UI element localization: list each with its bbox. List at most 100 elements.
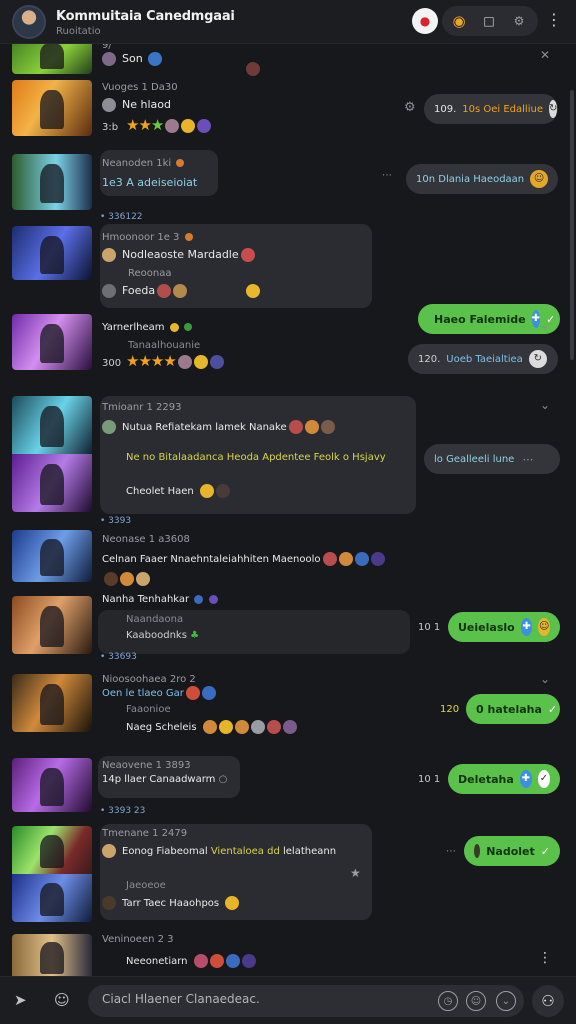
reaction-row[interactable]	[102, 568, 150, 587]
composer-bar: ➤ ☺ ◷ ☺ ⌄ ⚇	[0, 976, 576, 1024]
message-thumbnail[interactable]	[12, 44, 92, 74]
message-thumbnail[interactable]	[12, 80, 92, 136]
message-time: • 3393 23	[100, 806, 146, 816]
chevron-down-icon[interactable]: ⌄	[540, 318, 550, 332]
message-meta: Hmoonoor 1e 3	[102, 232, 193, 243]
chevron-down-icon[interactable]: ⌄	[540, 398, 550, 412]
message-sender: Ne hlaod	[102, 98, 171, 112]
chat-title: Kommuitaia Canedmgaai	[56, 9, 235, 24]
people-icon[interactable]: ⚇	[532, 985, 564, 1017]
group-avatar[interactable]	[12, 5, 46, 39]
message-bubble[interactable]	[100, 150, 218, 196]
message-text: Kaaboodnks ♣	[126, 630, 200, 641]
message-sender: Celnan Faaer Nnaehntaleiahhiten Maenoolo	[102, 552, 385, 566]
list-item[interactable]: Neaovene 1 3893 14p llaer Canaadwarm ○ •…	[0, 756, 568, 830]
chevron-down-icon[interactable]: ⌄	[496, 991, 516, 1011]
more-options-icon[interactable]: ⋮	[546, 10, 562, 29]
close-icon[interactable]: ✕	[540, 48, 550, 62]
message-thumbnail[interactable]	[12, 674, 92, 732]
message-text: Faaonioe	[126, 704, 171, 715]
more-options-icon[interactable]: ⋮	[538, 950, 552, 966]
message-sender: 14p llaer Canaadwarm ○	[102, 774, 228, 785]
smile-icon[interactable]: ☺	[54, 991, 70, 1009]
chat-subtitle: Ruoitatio	[56, 26, 101, 37]
message-text: Ne no Bitalaadanca Heoda Apdentee Feolk …	[126, 452, 386, 463]
message-text: Naeg Scheleis	[126, 720, 297, 734]
group-members-icon[interactable]: ◉	[446, 8, 472, 34]
message-meta: Neanoden 1ki	[102, 158, 185, 169]
rating-label: 3:b	[102, 122, 119, 133]
emoji-icon	[246, 284, 260, 298]
list-item[interactable]: Veninoeen 2 3 Neeonetiarn ⋮	[0, 932, 568, 976]
message-meta: Vuoges 1 Da30	[102, 82, 178, 93]
reply-pill[interactable]: Nadolet ✓	[464, 836, 560, 866]
record-icon[interactable]: ●	[412, 8, 438, 34]
chat-header: Kommuitaia Canedmgaai Ruoitatio ● ◉ □ ⚙ …	[0, 0, 576, 44]
star-icon[interactable]: ★	[350, 866, 361, 880]
reply-pill[interactable]: 10n Dlania Haeodaan ☺	[406, 164, 558, 194]
pin-icon[interactable]: ➤	[14, 991, 27, 1009]
star-rating: ★★★★	[126, 352, 224, 370]
list-item[interactable]: Tmenane 1 2479 Eonog Fiabeomal Vientaloe…	[0, 824, 568, 928]
message-meta: Nioosoohaea 2ro 2	[102, 674, 196, 685]
message-meta: Tmioanr 1 2293	[102, 402, 182, 413]
message-meta: Tmenane 1 2479	[102, 828, 188, 839]
message-thumbnail[interactable]	[12, 396, 92, 512]
message-time: • 336122	[100, 212, 143, 222]
message-thumbnail[interactable]	[12, 530, 92, 582]
message-text: Naandaona	[126, 614, 184, 625]
message-thumbnail[interactable]	[12, 226, 92, 280]
message-meta: Veninoeen 2 3	[102, 934, 174, 945]
reply-pill[interactable]: 0 hatelaha ✓	[466, 694, 560, 724]
emoji-icon[interactable]: ☺	[466, 991, 486, 1011]
reply-count: 10 1	[418, 774, 441, 785]
message-text: Tarr Taec Haaohpos	[102, 896, 240, 910]
message-text: Reoonaa	[128, 268, 172, 279]
reply-pill[interactable]: 109. 10s Oei Edalliue ↻	[424, 94, 558, 124]
message-sender: Oen le tlaeo Gar	[102, 686, 216, 700]
timer-icon[interactable]: ◷	[438, 991, 458, 1011]
header-actions: ◉ □ ⚙	[442, 6, 538, 36]
message-input[interactable]	[102, 992, 432, 1006]
list-item[interactable]: 9/ Son ✕	[0, 44, 568, 80]
message-thumbnail[interactable]	[12, 154, 92, 210]
message-meta: Neonase 1 a3608	[102, 534, 190, 545]
reply-pill[interactable]: 120. Uoeb Taeialtiea ↻	[408, 344, 558, 374]
message-text: Tanaalhouanie	[128, 340, 201, 351]
message-thumbnail[interactable]	[12, 314, 92, 370]
list-item[interactable]: Hmoonoor 1e 3 Nodleaoste Mardadle Reoona…	[0, 224, 568, 334]
reply-pill[interactable]: lo Gealleeli lune ⋯	[424, 444, 560, 474]
message-thumbnail[interactable]	[12, 596, 92, 654]
list-item[interactable]: Yarnerlheam Tanaalhouanie 300 ★★★★ ⌄ 120…	[0, 312, 568, 392]
message-thumbnail[interactable]	[12, 826, 92, 922]
message-thumbnail[interactable]	[12, 758, 92, 812]
reply-pill[interactable]: Deletaha ✚ ✓	[448, 764, 560, 794]
message-meta: 9/	[102, 44, 112, 51]
message-text: Jaeoeoe	[126, 880, 166, 891]
chat-bubble-icon[interactable]: □	[476, 8, 502, 34]
message-text: Foeda	[102, 284, 188, 298]
chevron-down-icon[interactable]: ⌄	[540, 672, 550, 686]
list-item[interactable]: • 3393 Neonase 1 a3608 Celnan Faaer Nnae…	[0, 516, 568, 594]
scrollbar[interactable]	[570, 90, 574, 360]
rating-label: 300	[102, 358, 122, 369]
message-feed[interactable]: 9/ Son ✕ Vuoges 1 Da30 Ne hlaod 3:b ★★★ …	[0, 44, 576, 976]
list-item[interactable]: Nioosoohaea 2ro 2 Oen le tlaeo Gar Faaon…	[0, 670, 568, 744]
list-item[interactable]: Vuoges 1 Da30 Ne hlaod 3:b ★★★ ⚙ 109. 10s…	[0, 78, 568, 148]
reply-pill[interactable]: Ueielaslo ✚ ☺	[448, 612, 560, 642]
list-item[interactable]: Nanha Tenhahkar Naandaona Kaaboodnks ♣ •…	[0, 594, 568, 664]
message-sender: 1e3 A adeiseioiat	[102, 176, 198, 189]
gear-icon[interactable]: ⚙	[404, 100, 416, 115]
message-meta: Yarnerlheam	[102, 322, 192, 333]
reaction-icon	[246, 62, 260, 76]
message-thumbnail[interactable]	[12, 934, 92, 976]
reply-count: 10 1	[418, 622, 441, 633]
message-sender: Nodleaoste Mardadle	[102, 248, 255, 262]
message-time: • 3393	[100, 516, 132, 526]
message-sender: Nanha Tenhahkar	[102, 594, 218, 605]
list-item[interactable]: Neanoden 1ki 1e3 A adeiseioiat • 336122 …	[0, 150, 568, 226]
message-input-wrapper: ◷ ☺ ⌄	[88, 985, 524, 1017]
list-item[interactable]: Tmioanr 1 2293 Nutua Refiatekam lamek Na…	[0, 392, 568, 520]
message-sender: Eonog Fiabeomal Vientaloea dd lelatheann	[102, 844, 336, 858]
settings-icon[interactable]: ⚙	[506, 8, 532, 34]
